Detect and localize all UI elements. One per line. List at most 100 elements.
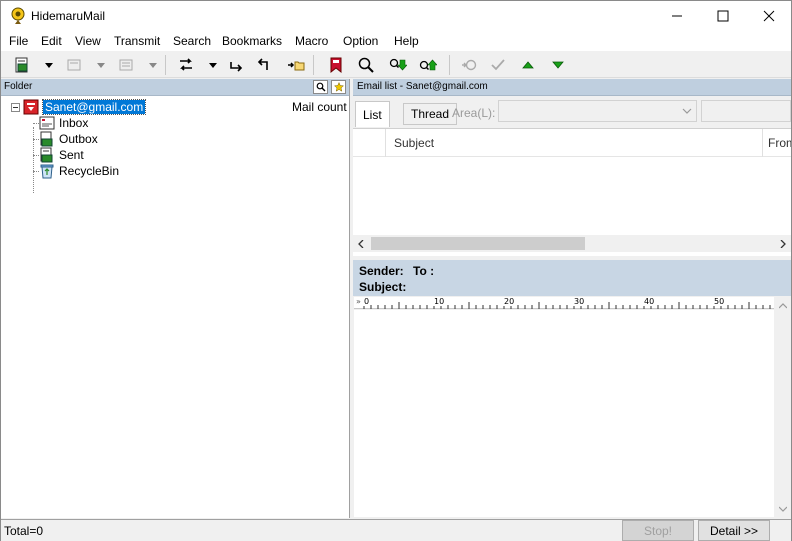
search-next-button[interactable] [387,54,409,76]
area-select[interactable] [498,100,697,122]
tree-item-account[interactable]: Sanet@gmail.com [23,99,147,115]
menu-transmit[interactable]: Transmit [114,34,160,48]
next-mail-button[interactable] [547,54,569,76]
search-previous-button[interactable] [417,54,439,76]
send-button[interactable] [251,54,273,76]
stop-button[interactable]: Stop! [622,520,694,541]
search-icon [358,57,374,73]
menu-view[interactable]: View [75,34,101,48]
email-list-columns: Subject From [353,129,791,157]
star-icon [333,82,344,92]
status-total: Total=0 [4,524,44,538]
move-to-folder-button[interactable] [285,54,307,76]
menu-bookmarks[interactable]: Bookmarks [222,34,282,48]
account-mailbox-icon [23,99,39,115]
folder-search-button[interactable] [313,80,328,94]
scroll-thumb[interactable] [371,237,585,250]
preview-body[interactable] [354,310,774,517]
dropdown-arrow-icon [209,62,217,68]
menu-edit[interactable]: Edit [41,34,62,48]
inbox-icon [39,116,55,130]
chevron-down-icon [682,108,692,114]
email-list-hscrollbar[interactable] [353,235,791,252]
ruler-ticks [363,298,771,309]
bookmark-button[interactable] [325,54,347,76]
column-subject[interactable]: Subject [394,136,434,150]
menu-file[interactable]: File [9,34,28,48]
tab-list-label: List [363,107,382,122]
ruler-mark: 10 [433,297,446,306]
search-down-icon [389,58,407,71]
toolbar [1,52,791,78]
tab-list[interactable]: List [355,101,390,127]
column-separator[interactable] [385,129,386,157]
menu-macro[interactable]: Macro [295,34,328,48]
email-list-header: Email list - Sanet@gmail.com [353,79,791,96]
tree-item-inbox[interactable]: Inbox [39,115,88,131]
forward-dropdown[interactable] [147,54,159,76]
send-receive-icon [180,58,192,71]
tree-guide-line [33,127,34,193]
reply-dropdown[interactable] [95,54,107,76]
outbox-icon [40,131,53,147]
scroll-right-button[interactable] [777,237,789,250]
send-receive-dropdown[interactable] [207,54,219,76]
column-from[interactable]: From [768,136,791,150]
tree-item-recyclebin[interactable]: RecycleBin [39,163,119,179]
to-label: To : [413,264,435,278]
forward-button[interactable] [115,54,137,76]
tree-item-outbox[interactable]: Outbox [39,131,98,147]
folder-favorite-button[interactable] [331,80,346,94]
receive-button[interactable] [225,54,247,76]
detail-button-label: Detail >> [709,523,759,538]
close-button[interactable] [746,1,792,31]
send-arrow-icon [257,58,268,70]
reply-button[interactable] [63,54,85,76]
chevron-down-icon [778,506,787,512]
menu-search[interactable]: Search [173,34,211,48]
detail-button[interactable]: Detail >> [698,520,770,541]
subject-label: Subject: [359,280,407,294]
scroll-left-button[interactable] [355,237,367,250]
email-list-title: Email list - Sanet@gmail.com [357,81,488,92]
email-pane: Email list - Sanet@gmail.com List Thread… [353,79,791,518]
app-window: HidemaruMail File Edit View Transmit Sea… [0,0,792,541]
preview-vscrollbar[interactable] [774,297,791,517]
search-button[interactable] [355,54,377,76]
new-mail-button[interactable] [11,54,33,76]
folder-tree: Sanet@gmail.com Mail count Inbox Outbox [1,97,349,517]
tree-collapse-toggle[interactable] [11,103,20,112]
ruler-mark: 40 [643,297,656,306]
minimize-button[interactable] [654,1,700,31]
mail-count-header: Mail count [292,100,347,114]
new-mail-dropdown[interactable] [43,54,55,76]
mark-read-button[interactable] [487,54,509,76]
menu-help[interactable]: Help [394,34,419,48]
folder-pane-title: Folder [4,81,33,92]
search-up-icon [419,59,437,71]
status-bar: Total=0 Stop! Detail >> [1,519,791,541]
send-receive-button[interactable] [175,54,197,76]
folder-label-recyclebin: RecycleBin [59,164,120,178]
menu-option[interactable]: Option [343,34,378,48]
maximize-button[interactable] [700,1,746,31]
email-list[interactable]: Subject From [353,128,791,256]
ruler-start-marker: » [355,297,362,306]
scroll-down-button[interactable] [777,503,788,514]
sync-button[interactable] [457,54,479,76]
scroll-up-button[interactable] [777,300,788,311]
folder-label-sent: Sent [59,148,84,162]
triangle-up-icon [522,61,534,69]
chevron-left-icon [358,239,364,248]
column-separator[interactable] [762,129,763,157]
move-to-folder-icon [288,61,305,71]
recycle-bin-icon [40,164,54,179]
ruler-mark: 0 [363,297,371,306]
email-tabs: List Thread Area(L): [353,97,791,127]
previous-mail-button[interactable] [517,54,539,76]
reply-icon [67,59,81,71]
area-text-input[interactable] [701,100,791,122]
tree-item-sent[interactable]: Sent [39,147,84,163]
title-bar: HidemaruMail [1,1,791,31]
tab-thread[interactable]: Thread [403,103,458,125]
